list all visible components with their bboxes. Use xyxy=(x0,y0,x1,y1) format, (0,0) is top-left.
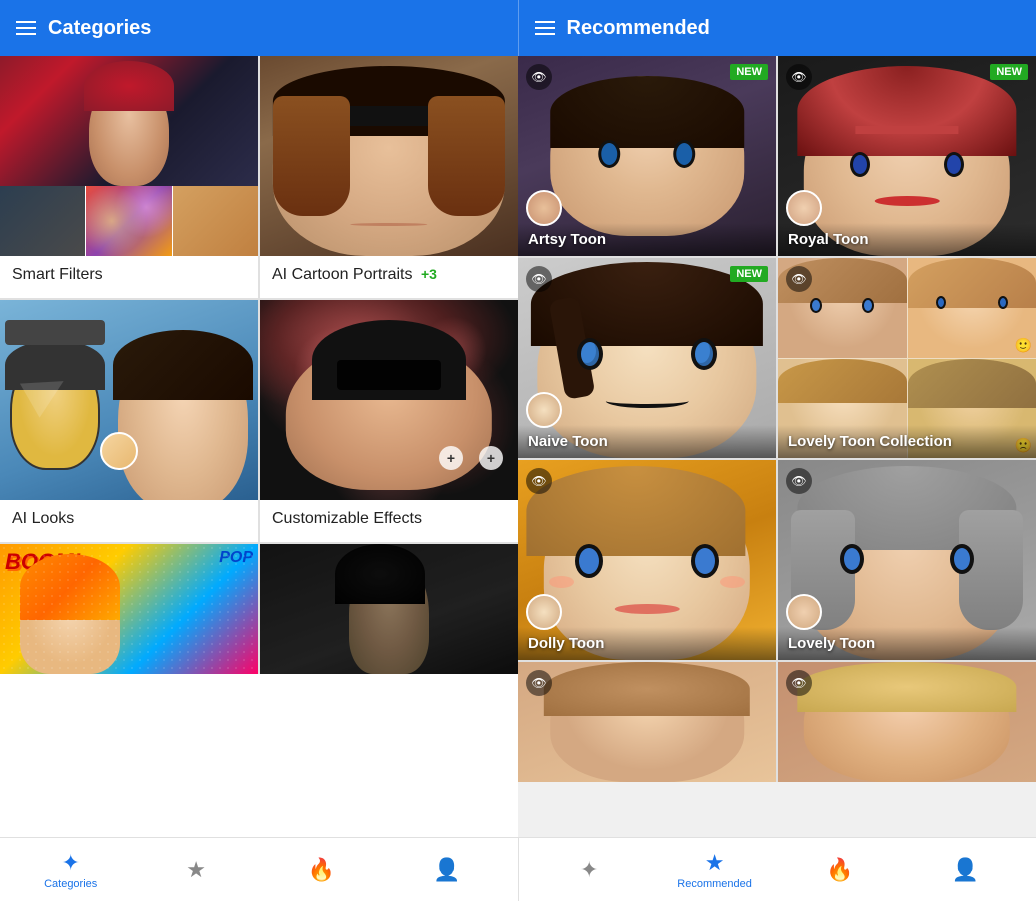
naive-toon-eye-icon: 👁 xyxy=(526,266,552,292)
artsy-face xyxy=(550,76,744,236)
artsy-eye-right xyxy=(673,140,695,168)
customizable-effects-images: + + xyxy=(260,300,518,500)
rec-card-dolly-toon[interactable]: 👁 Dolly Toon xyxy=(518,460,776,660)
profile2-nav-icon: 👤 xyxy=(952,857,979,883)
category-card-comic[interactable]: BOOM! POP xyxy=(0,544,258,674)
lovely-toon-eye-icon: 👁 xyxy=(786,468,812,494)
artsy-hair xyxy=(550,76,744,148)
recommended-menu-icon[interactable] xyxy=(535,21,555,35)
lovely-collection-label: Lovely Toon Collection xyxy=(778,425,1036,458)
comic-images: BOOM! POP xyxy=(0,544,258,674)
ai-looks-label: AI Looks xyxy=(0,500,258,542)
ai-cartoon-images xyxy=(260,56,518,256)
trending-nav-icon: 🔥 xyxy=(308,857,335,883)
categories-nav-icon: ✦ xyxy=(61,850,79,876)
right-nav-section: ✦ ★ Recommended 🔥 👤 xyxy=(518,838,1036,901)
customizable-effects-label: Customizable Effects xyxy=(260,500,518,542)
partial-bg-1 xyxy=(518,662,776,782)
royal-toon-new-badge: NEW xyxy=(990,64,1028,80)
ai-looks-images: ▶ xyxy=(0,300,258,500)
profile-nav-icon: 👤 xyxy=(433,857,460,883)
dolly-toon-eye-icon: 👁 xyxy=(526,468,552,494)
artsy-thumb-preview xyxy=(526,190,562,226)
categories-grid: Smart Filters AI Carto xyxy=(0,56,518,674)
rec-card-partial-2[interactable]: 👁 xyxy=(778,662,1036,782)
smart-filters-top-image xyxy=(0,56,258,186)
rec-card-naive-toon[interactable]: 👁 NEW Naive Toon xyxy=(518,258,776,458)
category-card-ai-cartoon[interactable]: AI Cartoon Portraits +3 xyxy=(260,56,518,298)
nav-item-trending[interactable]: 🔥 xyxy=(259,853,384,887)
ai-looks-thumb xyxy=(100,432,138,470)
recommended-nav-icon: ★ xyxy=(705,850,725,876)
partial-1-eye-icon: 👁 xyxy=(526,670,552,696)
nav-item-categories[interactable]: ✦ Categories xyxy=(8,846,133,894)
category-card-ai-looks[interactable]: ▶ AI Looks xyxy=(0,300,258,542)
categories-title: Categories xyxy=(48,17,151,40)
bottom-nav: ✦ Categories ★ 🔥 👤 ✦ ★ Recommended 🔥 👤 xyxy=(0,837,1036,901)
nav-item-effects[interactable]: ✦ xyxy=(527,853,652,887)
artsy-toon-eye-icon: 👁 xyxy=(526,64,552,90)
smart-filters-images xyxy=(0,56,258,256)
royal-toon-label: Royal Toon xyxy=(778,223,1036,256)
categories-nav-label: Categories xyxy=(44,878,97,890)
recommended-title: Recommended xyxy=(567,17,710,40)
royal-toon-eye-icon: 👁 xyxy=(786,64,812,90)
lovely-thumb-preview xyxy=(786,594,822,630)
recommended-header: Recommended xyxy=(518,0,1036,56)
artsy-toon-new-badge: NEW xyxy=(730,64,768,80)
rec-card-partial-1[interactable]: 👁 xyxy=(518,662,776,782)
app-header: Categories Recommended xyxy=(0,0,1036,56)
naive-toon-new-badge: NEW xyxy=(730,266,768,282)
rec-card-royal-toon[interactable]: 👁 NEW Royal Toon xyxy=(778,56,1036,256)
nav-item-profile[interactable]: 👤 xyxy=(384,853,509,887)
categories-header: Categories xyxy=(0,0,518,56)
naive-toon-label: Naive Toon xyxy=(518,425,776,458)
smart-filters-label: Smart Filters xyxy=(0,256,258,298)
category-card-customizable-effects[interactable]: + + Customizable Effects xyxy=(260,300,518,542)
nav-item-recommended[interactable]: ★ Recommended xyxy=(652,846,777,894)
category-card-dark-art[interactable] xyxy=(260,544,518,674)
main-content: Smart Filters AI Carto xyxy=(0,56,1036,837)
recommended-nav-label: Recommended xyxy=(677,878,752,890)
rec-card-artsy-toon[interactable]: 👁 NEW Artsy Toon xyxy=(518,56,776,256)
categories-menu-icon[interactable] xyxy=(16,21,36,35)
rec-card-lovely-toon[interactable]: 👁 Lovely Toon xyxy=(778,460,1036,660)
recommended-panel: 👁 NEW Artsy Toon � xyxy=(518,56,1036,837)
ai-cartoon-badge: +3 xyxy=(421,266,437,282)
add-button-2[interactable]: + xyxy=(439,446,463,470)
favorites-nav-icon: ★ xyxy=(186,857,206,883)
recommended-grid: 👁 NEW Artsy Toon � xyxy=(518,56,1036,782)
artsy-eye-left xyxy=(599,140,621,168)
smart-filters-bottom-images xyxy=(0,186,258,256)
lovely-collection-eye-icon: 👁 xyxy=(786,266,812,292)
artsy-toon-label: Artsy Toon xyxy=(518,223,776,256)
nav-item-favorites[interactable]: ★ xyxy=(133,853,258,887)
trending2-nav-icon: 🔥 xyxy=(826,857,853,883)
effects-nav-icon: ✦ xyxy=(580,857,598,883)
categories-panel: Smart Filters AI Carto xyxy=(0,56,518,837)
rec-card-lovely-collection[interactable]: 🙂 🙁 xyxy=(778,258,1036,458)
partial-bg-2 xyxy=(778,662,1036,782)
left-nav-section: ✦ Categories ★ 🔥 👤 xyxy=(0,838,518,901)
nav-item-trending2[interactable]: 🔥 xyxy=(777,853,902,887)
royal-thumb-preview xyxy=(786,190,822,226)
dark-art-images xyxy=(260,544,518,674)
lovely-toon-label: Lovely Toon xyxy=(778,627,1036,660)
nav-item-profile2[interactable]: 👤 xyxy=(903,853,1028,887)
dolly-toon-label: Dolly Toon xyxy=(518,627,776,660)
partial-2-eye-icon: 👁 xyxy=(786,670,812,696)
naive-thumb-preview xyxy=(526,392,562,428)
ai-cartoon-label: AI Cartoon Portraits +3 xyxy=(260,256,518,298)
add-button-1[interactable]: + xyxy=(479,446,503,470)
category-card-smart-filters[interactable]: Smart Filters xyxy=(0,56,258,298)
dolly-thumb-preview xyxy=(526,594,562,630)
